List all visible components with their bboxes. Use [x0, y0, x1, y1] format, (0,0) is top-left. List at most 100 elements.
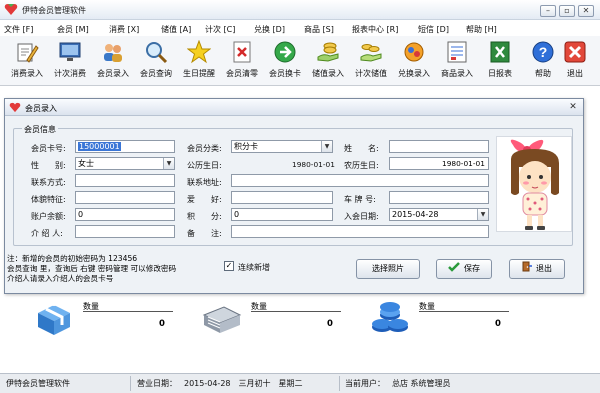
close-window-button[interactable]: ✕ [578, 5, 594, 17]
card-no-field[interactable]: 15000001 [75, 140, 175, 153]
status-bar: 伊特会员管理软件 营业日期： 2015-04-28 三月初十 星期二 当前用户：… [0, 373, 600, 393]
menu-help[interactable]: 帮助 [H] [466, 24, 497, 35]
lunar-birthday-field[interactable]: 1980-01-01 [389, 157, 489, 170]
group-title: 会员信息 [22, 124, 58, 135]
balance-field[interactable]: 0 [75, 208, 175, 221]
balance-label: 账户余额: [31, 212, 66, 221]
status-divider [130, 376, 131, 391]
excel-icon [490, 41, 510, 63]
gift-box-icon [38, 302, 70, 335]
referrer-label: 介 绍 人: [31, 229, 63, 238]
hand-coins-icon [360, 44, 382, 62]
current-user-label: 当前用户： [345, 379, 385, 388]
daily-report-button[interactable]: 日报表 [477, 38, 523, 84]
stat-divider [83, 311, 173, 312]
exchange-entry-button[interactable]: 兑换录入 [391, 38, 437, 84]
member-clear-button[interactable]: 会员清零 [219, 38, 265, 84]
remark-field[interactable] [231, 225, 489, 238]
note-line: 介绍人请录入介绍人的会员卡号 [7, 274, 114, 283]
stat-card: 数量 0 [370, 297, 520, 337]
menu-consume[interactable]: 消费 [X] [109, 24, 139, 35]
features-field[interactable] [75, 191, 175, 204]
dialog-title-bar: 会员录入 ✕ [5, 99, 583, 116]
referrer-field[interactable] [75, 225, 175, 238]
app-logo-icon [9, 102, 21, 113]
member-query-button[interactable]: 会员查询 [133, 38, 179, 84]
toolbar-label: 退出 [567, 69, 583, 78]
menu-bar: 文件 [F] 会员 [M] 消费 [X] 储值 [A] 计次 [C] 兑换 [D… [0, 21, 600, 35]
gender-select[interactable]: 女士 ▼ [75, 157, 175, 170]
dialog-exit-button[interactable]: 退出 [509, 259, 565, 279]
toolbar-label: 储值录入 [312, 69, 344, 78]
address-label: 联系地址: [187, 178, 222, 187]
join-date-picker[interactable]: 2015-04-28 ▼ [389, 208, 489, 221]
chevron-down-icon: ▼ [321, 141, 332, 152]
consume-entry-button[interactable]: 消费录入 [4, 38, 50, 84]
category-label: 会员分类: [187, 144, 222, 153]
magnifier-icon [146, 42, 168, 64]
select-photo-label: 选择照片 [372, 264, 404, 273]
category-value: 积分卡 [234, 142, 258, 151]
birthday-value[interactable]: 1980-01-01 [292, 160, 335, 169]
address-field[interactable] [231, 174, 489, 187]
toolbar-label: 会员录入 [97, 69, 129, 78]
minimize-button[interactable]: – [540, 5, 556, 17]
member-photo [496, 136, 572, 232]
select-photo-button[interactable]: 选择照片 [356, 259, 420, 279]
count-consume-button[interactable]: 计次消费 [47, 38, 93, 84]
category-select[interactable]: 积分卡 ▼ [231, 140, 333, 153]
remark-label: 备 注: [187, 229, 222, 238]
name-label: 姓 名: [344, 144, 379, 153]
continuous-add-checkbox[interactable]: ✓ [224, 261, 234, 271]
menu-goods[interactable]: 商品 [S] [304, 24, 334, 35]
status-app-name: 伊特会员管理软件 [6, 379, 70, 388]
exit-button[interactable]: 退出 [552, 38, 598, 84]
contact-field[interactable] [75, 174, 175, 187]
exit-door-icon [522, 261, 532, 272]
stat-card: 数量 0 [34, 297, 184, 337]
menu-reports[interactable]: 报表中心 [R] [352, 24, 398, 35]
svg-text:?: ? [539, 44, 548, 60]
toolbar-label: 会员换卡 [269, 69, 301, 78]
cash-stack-icon [202, 306, 242, 333]
toolbar: 消费录入 计次消费 会员录入 会员查询 生日提醒 会员清零 会员换卡 储值录入 … [0, 36, 600, 86]
checkmark-icon [448, 262, 460, 272]
save-label: 保存 [464, 264, 480, 273]
close-icon [564, 41, 586, 63]
member-change-card-button[interactable]: 会员换卡 [262, 38, 308, 84]
menu-sms[interactable]: 短信 [D] [418, 24, 449, 35]
note-line: 注：新增的会员的初始密码为 123456 [7, 254, 138, 263]
hand-coins-icon [317, 42, 339, 62]
menu-count[interactable]: 计次 [C] [205, 24, 235, 35]
menu-member[interactable]: 会员 [M] [57, 24, 89, 35]
note-line: 会员查询 里，查询后 右键 密码管理 可以修改密码 [7, 264, 177, 273]
star-icon [187, 40, 211, 64]
count-deposit-button[interactable]: 计次储值 [348, 38, 394, 84]
points-field[interactable]: 0 [231, 208, 333, 221]
name-field[interactable] [389, 140, 489, 153]
toolbar-label: 会员查询 [140, 69, 172, 78]
stat-divider [251, 311, 341, 312]
dialog-close-button[interactable]: ✕ [567, 102, 579, 113]
toolbar-label: 兑换录入 [398, 69, 430, 78]
toolbar-label: 计次消费 [54, 69, 86, 78]
stat-value: 0 [495, 319, 501, 329]
maximize-button[interactable]: ▫ [559, 5, 575, 17]
deposit-entry-button[interactable]: 储值录入 [305, 38, 351, 84]
hobby-field[interactable] [231, 191, 333, 204]
gender-label: 性 别: [31, 161, 66, 170]
users-icon [104, 44, 122, 62]
window-title: 伊特会员管理软件 [22, 6, 86, 15]
save-button[interactable]: 保存 [436, 259, 492, 279]
menu-exchange[interactable]: 兑换 [D] [254, 24, 285, 35]
current-user-value: 总店 系统管理员 [392, 379, 451, 388]
birthday-reminder-button[interactable]: 生日提醒 [176, 38, 222, 84]
menu-file[interactable]: 文件 [F] [4, 24, 33, 35]
member-entry-button[interactable]: 会员录入 [90, 38, 136, 84]
monitor-icon [59, 42, 81, 61]
menu-deposit[interactable]: 储值 [A] [161, 24, 191, 35]
arrow-right-icon [274, 41, 296, 63]
plate-field[interactable] [389, 191, 489, 204]
goods-entry-button[interactable]: 商品录入 [434, 38, 480, 84]
toolbar-label: 消费录入 [11, 69, 43, 78]
